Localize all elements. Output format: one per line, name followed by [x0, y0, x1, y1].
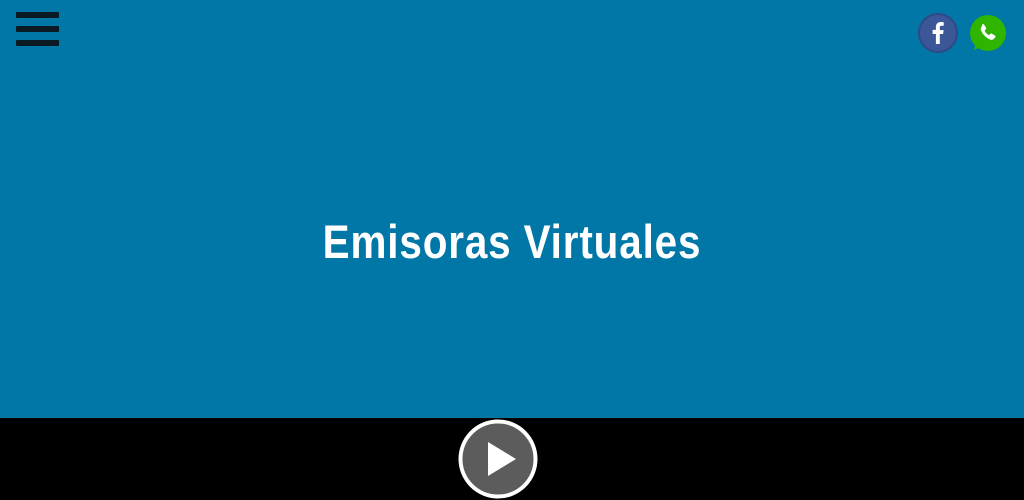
play-button[interactable] — [458, 419, 538, 499]
menu-bar-line — [16, 26, 59, 32]
whatsapp-icon — [970, 15, 1006, 51]
whatsapp-button[interactable] — [968, 13, 1008, 53]
facebook-button[interactable] — [918, 13, 958, 53]
play-icon — [458, 419, 538, 499]
menu-bar-line — [16, 40, 59, 46]
app-screen: Emisoras Virtuales — [0, 0, 1024, 500]
hamburger-menu-icon[interactable] — [14, 12, 60, 50]
facebook-icon — [932, 22, 944, 44]
app-title: Emisoras Virtuales — [322, 215, 702, 268]
menu-bar-line — [16, 12, 59, 18]
